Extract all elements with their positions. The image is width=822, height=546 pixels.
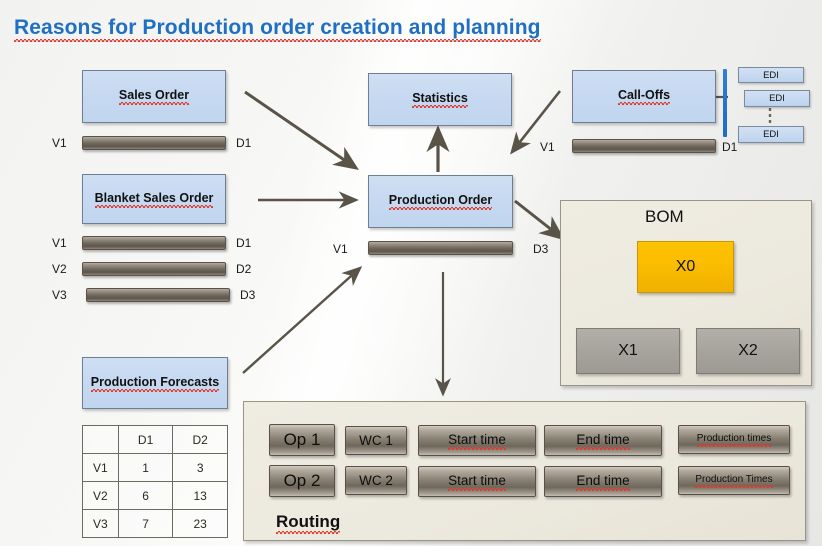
button-routing-end-time-1[interactable]: End time <box>544 425 662 456</box>
edi-channel-line <box>723 69 727 137</box>
button-routing-start-time-2-label: Start time <box>448 472 506 491</box>
button-routing-end-time-2[interactable]: End time <box>544 466 662 497</box>
arrow-sales-to-production <box>244 90 359 171</box>
box-call-offs[interactable]: Call-Offs <box>572 70 716 123</box>
box-statistics[interactable]: Statistics <box>368 73 512 126</box>
table-header-blank <box>82 425 119 454</box>
cell-v2-label: V2 <box>82 481 119 510</box>
arrow-production-to-bom <box>514 199 565 241</box>
button-routing-production-times-2-label: Production Times <box>695 473 773 488</box>
button-routing-production-times-2[interactable]: Production Times <box>678 466 790 495</box>
table-row: V1 1 3 <box>82 453 228 482</box>
label-sales-d1: D1 <box>236 136 252 150</box>
cell-v3-d1: 7 <box>117 509 174 538</box>
label-po-v1: V1 <box>333 242 348 256</box>
button-routing-start-time-1-label: Start time <box>448 431 506 450</box>
cell-v3-label: V3 <box>82 509 119 538</box>
box-bom-x2[interactable]: X2 <box>696 328 800 374</box>
box-bom-x1-label: X1 <box>618 342 638 359</box>
label-blanket-d2: D2 <box>236 262 252 276</box>
button-routing-wc-1[interactable]: WC 1 <box>345 426 407 455</box>
arrow-forecasts-to-production <box>242 266 363 374</box>
cell-v1-label: V1 <box>82 453 119 482</box>
table-header-d1: D1 <box>117 425 174 454</box>
table-header-d2: D2 <box>172 425 228 454</box>
box-production-order-label: Production Order <box>388 193 493 210</box>
button-routing-start-time-2[interactable]: Start time <box>418 466 536 497</box>
bar-sales-order <box>82 136 226 150</box>
table-row: V2 6 13 <box>82 481 228 510</box>
page-title-text: Reasons for Production order creation an… <box>14 16 541 42</box>
box-production-forecasts-label: Production Forecasts <box>90 374 220 392</box>
box-bom-x2-label: X2 <box>738 342 758 359</box>
button-routing-end-time-2-label: End time <box>576 472 630 491</box>
label-blanket-d3: D3 <box>240 288 256 302</box>
page-title: Reasons for Production order creation an… <box>14 16 541 42</box>
box-edi-3-label: EDI <box>763 129 779 140</box>
label-calloff-d1: D1 <box>722 140 738 154</box>
box-edi-1-label: EDI <box>763 69 779 81</box>
panel-bom-title: BOM <box>645 207 684 226</box>
button-routing-start-time-1[interactable]: Start time <box>418 425 536 456</box>
forecast-table: D1 D2 V1 1 3 V2 6 13 V3 7 23 <box>82 425 228 538</box>
cell-v1-d2: 3 <box>172 453 228 482</box>
slide-canvas: Reasons for Production order creation an… <box>0 0 822 546</box>
button-routing-op-1[interactable]: Op 1 <box>269 424 335 456</box>
label-blanket-v1: V1 <box>52 236 67 250</box>
label-calloff-v1: V1 <box>540 140 555 154</box>
label-po-d3: D3 <box>533 242 549 256</box>
cell-v3-d2: 23 <box>172 509 228 538</box>
box-sales-order-label: Sales Order <box>118 88 190 105</box>
button-routing-wc-2[interactable]: WC 2 <box>345 466 407 495</box>
button-routing-op-2[interactable]: Op 2 <box>269 465 335 497</box>
box-blanket-sales-order[interactable]: Blanket Sales Order <box>82 174 226 224</box>
button-routing-wc-2-label: WC 2 <box>359 473 393 488</box>
bar-call-offs <box>572 139 716 153</box>
box-production-order[interactable]: Production Order <box>368 175 513 228</box>
bar-production-order <box>368 241 513 255</box>
button-routing-production-times-1-label: Production times <box>696 432 772 447</box>
box-bom-x0-label: X0 <box>675 258 696 275</box>
box-edi-2-label: EDI <box>769 93 785 104</box>
box-blanket-sales-order-label: Blanket Sales Order <box>94 190 214 208</box>
box-bom-x0[interactable]: X0 <box>637 241 734 293</box>
table-row: V3 7 23 <box>82 509 228 538</box>
cell-v1-d1: 1 <box>117 453 174 482</box>
bar-blanket-1 <box>82 236 226 250</box>
box-sales-order[interactable]: Sales Order <box>82 70 226 123</box>
box-edi-1[interactable]: EDI <box>738 67 804 83</box>
button-routing-op-1-label: Op 1 <box>283 430 321 449</box>
label-blanket-v2: V2 <box>52 262 67 276</box>
bar-blanket-2 <box>82 262 226 276</box>
box-call-offs-label: Call-Offs <box>617 88 671 105</box>
box-statistics-label: Statistics <box>412 91 468 108</box>
cell-v2-d1: 6 <box>117 481 174 510</box>
box-bom-x1[interactable]: X1 <box>576 328 680 374</box>
panel-routing-title: Routing <box>276 512 341 534</box>
bar-blanket-3 <box>86 288 230 302</box>
panel-routing-title-text: Routing <box>276 512 341 534</box>
button-routing-op-2-label: Op 2 <box>283 471 321 490</box>
button-routing-end-time-1-label: End time <box>576 431 630 450</box>
label-blanket-d1: D1 <box>236 236 252 250</box>
button-routing-wc-1-label: WC 1 <box>359 433 393 448</box>
table-row-header: D1 D2 <box>82 425 228 454</box>
box-edi-3[interactable]: EDI <box>738 126 804 143</box>
box-production-forecasts[interactable]: Production Forecasts <box>82 357 228 409</box>
cell-v2-d2: 13 <box>172 481 228 510</box>
label-sales-v1: V1 <box>52 136 67 150</box>
box-edi-2[interactable]: EDI <box>744 90 810 107</box>
label-blanket-v3: V3 <box>52 288 67 302</box>
button-routing-production-times-1[interactable]: Production times <box>678 425 790 454</box>
